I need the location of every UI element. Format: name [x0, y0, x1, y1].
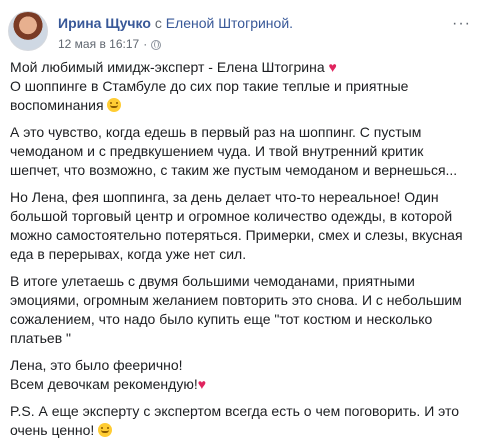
author-line: Ирина Щучко с Еленой Штогриной. — [58, 15, 293, 31]
p5-line-1: Лена, это было феерично! — [10, 357, 183, 373]
paragraph-6: P.S. А еще эксперту с экспертом всегда е… — [10, 402, 473, 440]
author-avatar[interactable] — [8, 11, 48, 51]
author-name-link[interactable]: Ирина Щучко — [58, 15, 151, 31]
post-header: Ирина Щучко с Еленой Штогриной. 12 мая в… — [8, 9, 477, 53]
heart-icon: ♥ — [197, 376, 207, 392]
tagged-person-link[interactable]: Еленой Штогриной. — [166, 15, 293, 31]
post-timestamp[interactable]: 12 мая в 16:17 — [58, 37, 139, 51]
p1-intro: Мой любимый имидж-эксперт - — [10, 59, 217, 75]
paragraph-3: Но Лена, фея шоппинга, за день делает чт… — [10, 189, 463, 262]
p5-line-2: Всем девочкам рекомендую! — [10, 376, 198, 392]
ellipsis-icon[interactable]: ··· — [452, 15, 471, 33]
with-label: с — [154, 15, 162, 31]
paragraph-1: Мой любимый имидж-эксперт - Елена Штогри… — [10, 58, 473, 115]
p1-text: О шоппинге в Стамбуле до сих пор такие т… — [10, 78, 409, 113]
smiley-icon — [98, 423, 113, 437]
paragraph-4: В итоге улетаешь с двумя большими чемода… — [10, 273, 462, 346]
post-body: Мой любимый имидж-эксперт - Елена Штогри… — [10, 58, 473, 448]
paragraph-5: Лена, это было феерично! Всем девочкам р… — [10, 356, 473, 394]
smiley-icon — [107, 98, 122, 112]
mentioned-name[interactable]: Елена Штогрина — [217, 59, 325, 75]
meta-separator: · — [143, 37, 148, 51]
heart-icon: ♥ — [328, 59, 337, 75]
globe-icon[interactable] — [151, 40, 162, 50]
paragraph-2: А это чувство, когда едешь в первый раз … — [10, 124, 458, 178]
p6-text: P.S. А еще эксперту с экспертом всегда е… — [10, 403, 460, 438]
post-meta: 12 мая в 16:17 · — [58, 37, 162, 51]
